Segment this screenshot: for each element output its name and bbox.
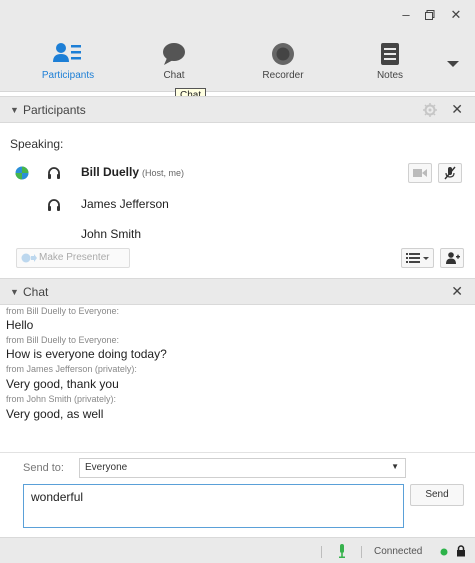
list-view-button[interactable] — [401, 248, 434, 268]
send-to-label: Send to: — [23, 462, 64, 474]
make-presenter-icon — [21, 253, 37, 263]
status-divider — [361, 546, 362, 558]
tab-recorder[interactable]: Recorder — [243, 40, 323, 88]
tab-participants[interactable]: Participants — [28, 40, 108, 88]
participant-name: James Jefferson — [81, 197, 169, 211]
speaking-label: Speaking: — [10, 137, 64, 151]
chat-message: Very good, thank you — [6, 377, 119, 391]
restore-icon — [425, 10, 435, 20]
make-presenter-label: Make Presenter — [39, 252, 110, 263]
chat-message: How is everyone doing today? — [6, 347, 167, 361]
chat-header[interactable]: ▼ Chat ✕ — [0, 278, 475, 305]
invite-user-button[interactable] — [440, 248, 464, 268]
chat-sender: from James Jefferson (privately): — [6, 364, 137, 374]
chat-icon — [163, 43, 185, 65]
tab-chat[interactable]: Chat — [134, 40, 214, 88]
divider — [0, 452, 475, 453]
make-presenter-button[interactable]: Make Presenter — [16, 248, 130, 268]
chat-message-input[interactable] — [23, 484, 404, 528]
close-window-button[interactable]: ✕ — [446, 6, 466, 24]
chat-sender: from John Smith (privately): — [6, 394, 117, 404]
participant-row[interactable]: James Jefferson — [0, 192, 475, 218]
microphone-icon[interactable] — [338, 544, 346, 558]
participant-role: (Host, me) — [142, 168, 185, 178]
participant-name-text: Bill Duelly — [81, 165, 140, 179]
settings-gear-icon[interactable] — [423, 103, 437, 117]
tab-recorder-label: Recorder — [262, 70, 304, 81]
chat-sender: from Bill Duelly to Everyone: — [6, 306, 120, 316]
chat-sender: from Bill Duelly to Everyone: — [6, 335, 120, 345]
connection-status: Connected — [374, 546, 423, 557]
tab-notes[interactable]: Notes — [350, 40, 430, 88]
status-bar: Connected — [0, 537, 475, 563]
toolbar: Participants Chat Recorder Notes — [0, 30, 475, 92]
dropdown-arrow-icon: ▼ — [391, 462, 399, 471]
tab-participants-label: Participants — [41, 70, 95, 81]
send-to-value: Everyone — [85, 462, 128, 473]
chat-title: Chat — [23, 285, 49, 299]
notes-icon — [381, 43, 399, 65]
tab-chat-label: Chat — [163, 70, 185, 81]
participants-icon — [53, 43, 81, 62]
recorder-icon — [272, 43, 294, 65]
lock-icon — [457, 545, 465, 557]
add-user-icon — [446, 252, 460, 264]
connection-dot-icon — [440, 548, 448, 556]
mute-button[interactable] — [438, 163, 462, 183]
tab-notes-label: Notes — [376, 70, 404, 81]
participant-row[interactable]: John Smith — [0, 222, 475, 248]
participant-name: Bill Duelly (Host, me) — [81, 165, 184, 179]
participant-row[interactable]: Bill Duelly (Host, me) — [0, 160, 475, 186]
toolbar-more-button[interactable] — [446, 57, 466, 71]
chat-message: Hello — [6, 318, 34, 332]
webcam-icon — [413, 169, 427, 177]
minimize-button[interactable]: – — [396, 6, 416, 24]
send-button[interactable]: Send — [410, 484, 464, 506]
chat-message: Very good, as well — [6, 407, 104, 421]
restore-button[interactable] — [420, 6, 440, 24]
headset-icon — [48, 167, 60, 179]
list-menu-icon — [406, 253, 429, 263]
headset-icon — [48, 199, 60, 211]
muted-mic-icon — [444, 166, 456, 180]
collapse-caret-icon[interactable]: ▼ — [10, 105, 19, 115]
participant-name: John Smith — [81, 227, 142, 241]
status-divider — [321, 546, 322, 558]
participants-title: Participants — [23, 103, 86, 117]
close-chat-button[interactable]: ✕ — [451, 283, 463, 300]
webcam-button[interactable] — [408, 163, 432, 183]
collapse-caret-icon[interactable]: ▼ — [10, 287, 19, 297]
close-participants-button[interactable]: ✕ — [451, 101, 463, 118]
presenter-ball-icon — [15, 166, 29, 180]
participants-header[interactable]: ▼ Participants ✕ — [0, 96, 475, 123]
chevron-down-icon — [447, 61, 459, 67]
title-bar: – ✕ — [0, 0, 475, 30]
send-to-select[interactable]: Everyone ▼ — [79, 458, 406, 478]
